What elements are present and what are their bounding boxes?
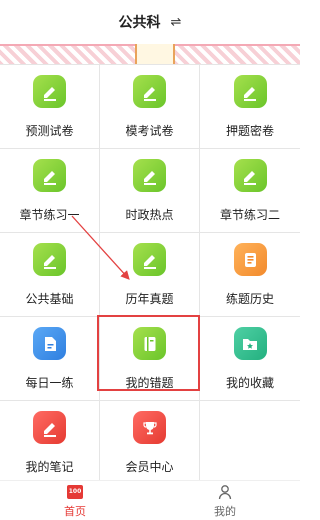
- banner-stripes-right: [175, 44, 300, 64]
- grid-item-label: 章节练习二: [219, 208, 280, 222]
- grid-item-my-mistakes[interactable]: 我的错题: [100, 317, 200, 400]
- pencil-icon: [33, 411, 66, 444]
- grid-item-past-exams[interactable]: 历年真题: [100, 233, 200, 316]
- grid-item-chapter-practice-1[interactable]: 章节练习一: [0, 149, 100, 232]
- pencil-icon: [33, 243, 66, 276]
- grid-item-label: 押题密卷: [225, 124, 274, 138]
- grid-item-label: 历年真题: [125, 292, 174, 306]
- grid-item-label: 章节练习一: [19, 208, 80, 222]
- grid-item-label: 练题历史: [225, 292, 274, 306]
- pencil-icon: [133, 243, 166, 276]
- pencil-icon: [133, 159, 166, 192]
- bottom-tab-bar: 100 首页 我的: [0, 480, 300, 520]
- grid-item-my-notes[interactable]: 我的笔记: [0, 401, 100, 480]
- grid-item-label: 我的错题: [125, 376, 174, 390]
- grid-item-my-favorites[interactable]: 我的收藏: [200, 317, 300, 400]
- pencil-icon: [233, 75, 267, 108]
- document-icon: [33, 327, 66, 360]
- tab-home-label: 首页: [64, 504, 86, 518]
- grid-item-label: 我的笔记: [25, 460, 74, 474]
- grid-empty-cell: [200, 401, 300, 480]
- grid-row: 章节练习一 时政热点 章节练习二: [0, 149, 300, 233]
- grid-item-label: 时政热点: [125, 208, 174, 222]
- grid-item-member-center[interactable]: 会员中心: [100, 401, 200, 480]
- banner-image: [0, 44, 300, 64]
- banner-stripes-left: [0, 44, 135, 64]
- pencil-icon: [133, 75, 166, 108]
- pencil-icon: [33, 159, 66, 192]
- grid-item-label: 模考试卷: [125, 124, 174, 138]
- grid-item-daily-practice[interactable]: 每日一练: [0, 317, 100, 400]
- grid-row: 预测试卷 模考试卷 押题密卷: [0, 65, 300, 149]
- home-100-icon: 100: [67, 484, 83, 499]
- grid-item-label: 会员中心: [125, 460, 174, 474]
- grid-item-forecast-paper[interactable]: 预测试卷: [0, 65, 100, 148]
- pencil-icon: [233, 159, 267, 192]
- grid-item-label: 预测试卷: [25, 124, 74, 138]
- grid-item-mock-paper[interactable]: 模考试卷: [100, 65, 200, 148]
- header: 公共科 ⇌: [0, 0, 300, 44]
- switch-subject-icon[interactable]: ⇌: [171, 15, 182, 30]
- grid-item-label: 公共基础: [25, 292, 74, 306]
- person-icon: [218, 484, 232, 499]
- trophy-icon: [133, 411, 166, 444]
- banner-board: [135, 44, 175, 64]
- grid-item-label: 每日一练: [25, 376, 74, 390]
- grid-item-practice-history[interactable]: 练题历史: [200, 233, 300, 316]
- grid-row: 我的笔记 会员中心: [0, 401, 300, 481]
- grid-item-secret-paper[interactable]: 押题密卷: [200, 65, 300, 148]
- tab-mine[interactable]: 我的: [150, 481, 300, 520]
- tab-home[interactable]: 100 首页: [0, 481, 150, 520]
- grid-row: 每日一练 我的错题 我的收藏: [0, 317, 300, 401]
- grid-item-label: 我的收藏: [225, 376, 274, 390]
- grid-item-public-basics[interactable]: 公共基础: [0, 233, 100, 316]
- scroll-icon: [233, 243, 267, 276]
- grid-row: 公共基础 历年真题 练题历史: [0, 233, 300, 317]
- grid-item-chapter-practice-2[interactable]: 章节练习二: [200, 149, 300, 232]
- page-title: 公共科: [118, 15, 161, 31]
- pencil-icon: [33, 75, 66, 108]
- feature-grid: 预测试卷 模考试卷 押题密卷 章节练习一 时政热点 章节练习二 公共基础 历年真…: [0, 64, 300, 481]
- tab-mine-label: 我的: [214, 504, 236, 518]
- folder-star-icon: [233, 327, 267, 360]
- grid-item-current-affairs[interactable]: 时政热点: [100, 149, 200, 232]
- notebook-icon: [133, 327, 166, 360]
